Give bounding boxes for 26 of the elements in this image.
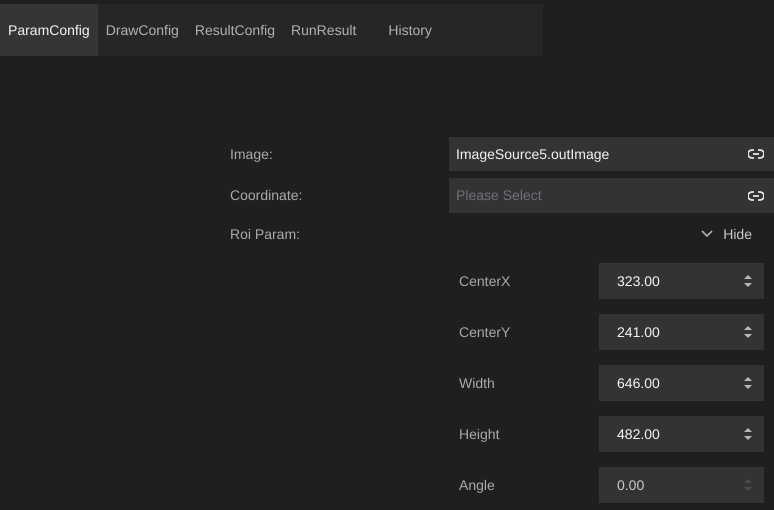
- spinner-icon[interactable]: [744, 375, 752, 391]
- tab[interactable]: ParamConfig: [0, 4, 98, 56]
- tab[interactable]: RunResult: [283, 4, 364, 56]
- link-icon[interactable]: [748, 149, 764, 159]
- link-icon[interactable]: [748, 190, 764, 200]
- field-label: Width: [459, 374, 496, 392]
- input-field[interactable]: ImageSource5.outImage: [449, 137, 774, 171]
- tab[interactable]: History: [364, 4, 456, 56]
- tab[interactable]: DrawConfig: [98, 4, 187, 56]
- chevron-icon: [701, 230, 714, 238]
- field-label: CenterY: [459, 322, 512, 342]
- number-field[interactable]: 482.00: [599, 416, 764, 452]
- field-label: CenterX: [459, 272, 512, 290]
- spinner-icon[interactable]: [744, 324, 752, 340]
- hide-toggle[interactable]: Hide: [701, 224, 752, 244]
- field-label: Coordinate:: [230, 186, 304, 205]
- number-field[interactable]: 323.00: [599, 263, 764, 299]
- spinner-icon[interactable]: [744, 273, 752, 289]
- number-field[interactable]: 241.00: [599, 314, 764, 350]
- field-label: Angle: [459, 476, 496, 495]
- number-field[interactable]: 646.00: [599, 365, 764, 401]
- tab[interactable]: ResultConfig: [186, 4, 283, 56]
- field-label: Roi Param:: [230, 224, 300, 244]
- spinner-icon[interactable]: [744, 426, 752, 442]
- field-label: Height: [459, 424, 500, 444]
- field-label: Image:: [230, 144, 274, 164]
